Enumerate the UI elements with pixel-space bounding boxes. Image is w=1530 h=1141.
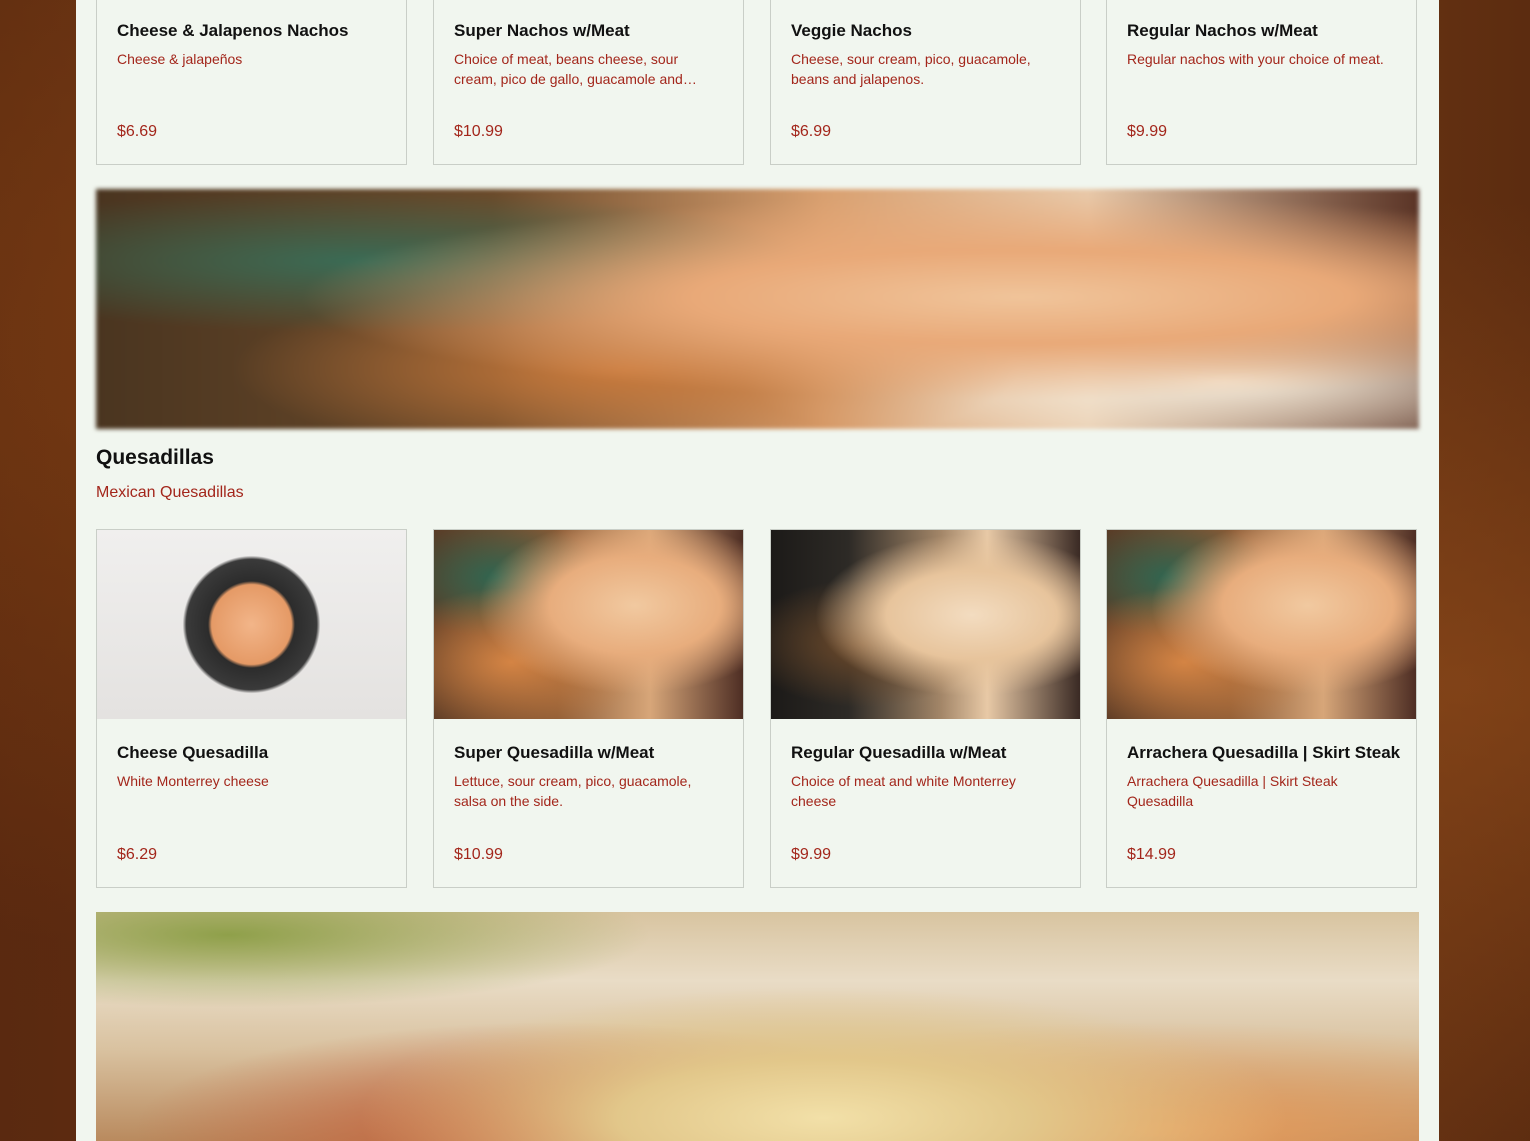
menu-item-price: $9.99 (791, 846, 832, 863)
menu-item-description: White Monterrey cheese (117, 773, 269, 789)
menu-item-name: Arrachera Quesadilla | Skirt Steak (1127, 743, 1401, 762)
menu-item-card[interactable]: Regular Quesadilla w/Meat Choice of meat… (770, 529, 1081, 888)
menu-item-name: Super Nachos w/Meat (454, 21, 630, 40)
menu-item-name: Regular Nachos w/Meat (1127, 21, 1318, 40)
menu-item-description: Arrachera Quesadilla | Skirt Steak Quesa… (1127, 773, 1338, 809)
menu-item-card[interactable]: Cheese & Jalapenos Nachos Cheese & jalap… (96, 0, 407, 165)
section-title: Quesadillas (96, 446, 214, 469)
menu-item-name: Regular Quesadilla w/Meat (791, 743, 1007, 762)
menu-item-photo (434, 530, 743, 719)
menu-item-name: Cheese & Jalapenos Nachos (117, 21, 349, 40)
next-section-banner-image (96, 912, 1419, 1141)
menu-item-price: $6.99 (791, 123, 832, 140)
menu-item-description: Cheese & jalapeños (117, 51, 243, 67)
menu-item-card[interactable]: Super Nachos w/Meat Choice of meat, bean… (433, 0, 744, 165)
menu-item-card[interactable]: Veggie Nachos Cheese, sour cream, pico, … (770, 0, 1081, 165)
menu-item-card[interactable]: Super Quesadilla w/Meat Lettuce, sour cr… (433, 529, 744, 888)
menu-item-price: $10.99 (454, 846, 503, 863)
menu-item-price: $10.99 (454, 123, 503, 140)
quesadillas-banner-image (96, 189, 1419, 429)
menu-item-description: Regular nachos with your choice of meat. (1127, 51, 1384, 67)
menu-item-name: Super Quesadilla w/Meat (454, 743, 655, 762)
menu-item-card[interactable]: Regular Nachos w/Meat Regular nachos wit… (1106, 0, 1417, 165)
menu-item-price: $9.99 (1127, 123, 1168, 140)
menu-item-price: $6.69 (117, 123, 158, 140)
menu-item-photo (771, 530, 1080, 719)
menu-item-photo (97, 530, 406, 719)
menu-item-card[interactable]: Cheese Quesadilla White Monterrey cheese… (96, 529, 407, 888)
menu-item-name: Cheese Quesadilla (117, 743, 269, 762)
menu-item-photo (1107, 530, 1416, 719)
section-subtitle: Mexican Quesadillas (96, 484, 244, 501)
menu-item-description: Cheese, sour cream, pico, guacamole, bea… (791, 51, 1031, 87)
menu-item-name: Veggie Nachos (791, 21, 912, 40)
menu-item-price: $14.99 (1127, 846, 1176, 863)
menu-item-description: Choice of meat, beans cheese, sour cream… (454, 51, 683, 87)
menu-panel: Cheese & Jalapenos Nachos Cheese & jalap… (76, 0, 1439, 1141)
menu-item-price: $6.29 (117, 846, 158, 863)
menu-item-card[interactable]: Arrachera Quesadilla | Skirt Steak Arrac… (1106, 529, 1417, 888)
menu-item-description: Choice of meat and white Monterrey chees… (791, 773, 1016, 809)
menu-item-description: Lettuce, sour cream, pico, guacamole, sa… (454, 773, 692, 809)
